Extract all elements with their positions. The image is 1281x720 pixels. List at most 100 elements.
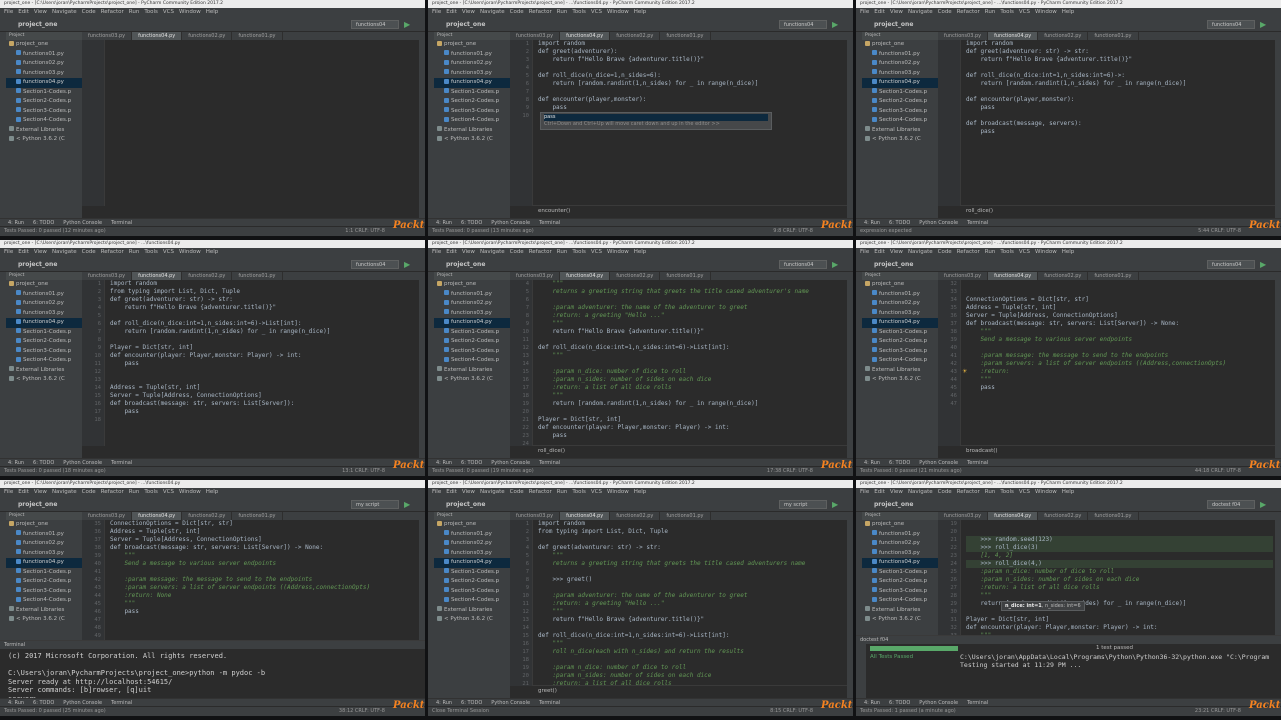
editor-tab[interactable]: functions02.py: [1038, 32, 1089, 40]
menu-item-file[interactable]: File: [432, 249, 441, 255]
code-line[interactable]: [538, 88, 845, 96]
right-tool-strip[interactable]: [1274, 32, 1281, 218]
menu-item-refactor[interactable]: Refactor: [101, 249, 124, 255]
code-line[interactable]: :param n_dice: number of dice to roll: [538, 664, 845, 672]
menu-item-edit[interactable]: Edit: [874, 9, 885, 15]
code-line[interactable]: [538, 336, 845, 344]
code-line[interactable]: [966, 400, 1273, 408]
code-line[interactable]: Send a message to various server endpoin…: [966, 336, 1273, 344]
code-line[interactable]: import random: [538, 40, 845, 48]
menu-item-window[interactable]: Window: [179, 249, 201, 255]
menu-item-tools[interactable]: Tools: [1000, 489, 1014, 495]
code-line[interactable]: pass: [110, 360, 417, 368]
code-line[interactable]: return [random.randint(1,n_sides) for _ …: [538, 400, 845, 408]
menu-item-view[interactable]: View: [462, 9, 475, 15]
menu-item-vcs[interactable]: VCS: [1019, 249, 1030, 255]
menu-item-help[interactable]: Help: [1062, 249, 1075, 255]
lightbulb-icon[interactable]: ☀: [962, 368, 967, 375]
editor-tab[interactable]: functions02.py: [610, 512, 661, 520]
code-line[interactable]: pass: [538, 432, 845, 440]
menu-item-edit[interactable]: Edit: [446, 249, 457, 255]
menu-item-refactor[interactable]: Refactor: [101, 9, 124, 15]
menu-item-tools[interactable]: Tools: [144, 489, 158, 495]
code-line[interactable]: def roll_dice(n_dice=1,n_sides=6):: [538, 72, 845, 80]
menu-item-tools[interactable]: Tools: [572, 489, 586, 495]
tree-item[interactable]: < Python 3.6.2 (C: [6, 375, 82, 385]
menu-item-view[interactable]: View: [890, 489, 903, 495]
code-line[interactable]: :param adventurer: the name of the adven…: [538, 304, 845, 312]
menu-item-tools[interactable]: Tools: [1000, 9, 1014, 15]
tree-item[interactable]: External Libraries: [434, 366, 510, 376]
project-panel-header[interactable]: Project: [6, 512, 82, 520]
run-play-icon[interactable]: ▶: [1260, 500, 1269, 509]
tree-item[interactable]: project_one: [6, 280, 82, 290]
tree-item[interactable]: External Libraries: [6, 126, 82, 136]
menu-item-vcs[interactable]: VCS: [1019, 9, 1030, 15]
code-line[interactable]: def broadcast(message: str, servers: Lis…: [110, 400, 417, 408]
tree-item[interactable]: functions01.py: [434, 530, 510, 540]
project-breadcrumb[interactable]: project_one: [874, 260, 913, 269]
code-text[interactable]: ConnectionOptions = Dict[str, str] Addres…: [966, 280, 1273, 446]
editor-tab[interactable]: functions04.py: [988, 272, 1039, 280]
tree-item[interactable]: project_one: [6, 40, 82, 50]
tree-item[interactable]: Section4-Codes.p: [862, 356, 938, 366]
tree-item[interactable]: Section2-Codes.p: [862, 97, 938, 107]
tree-item[interactable]: Section1-Codes.p: [6, 328, 82, 338]
code-line[interactable]: :param servers: a list of server endpoin…: [966, 360, 1273, 368]
code-line[interactable]: def broadcast(message, servers):: [966, 120, 1273, 128]
tree-item[interactable]: Section1-Codes.p: [434, 88, 510, 98]
editor-tab[interactable]: functions03.py: [82, 32, 133, 40]
tree-item[interactable]: functions02.py: [434, 539, 510, 549]
code-line[interactable]: [538, 568, 845, 576]
tree-item[interactable]: External Libraries: [862, 366, 938, 376]
menu-item-window[interactable]: Window: [607, 9, 629, 15]
run-play-icon[interactable]: ▶: [1260, 20, 1269, 29]
editor-tab[interactable]: functions02.py: [610, 32, 661, 40]
editor-tab[interactable]: functions04.py: [560, 512, 611, 520]
tree-item[interactable]: functions01.py: [6, 290, 82, 300]
code-line[interactable]: [110, 312, 417, 320]
tree-item[interactable]: functions02.py: [434, 299, 510, 309]
code-line[interactable]: return f"Hello Brave {adventurer.title()…: [110, 304, 417, 312]
menu-item-navigate[interactable]: Navigate: [908, 489, 933, 495]
code-line[interactable]: returns a greeting string that greets th…: [538, 288, 845, 296]
code-line[interactable]: [966, 88, 1273, 96]
editor-tab[interactable]: functions01.py: [660, 32, 711, 40]
project-breadcrumb[interactable]: project_one: [446, 500, 485, 509]
menu-item-refactor[interactable]: Refactor: [957, 9, 980, 15]
editor-tab[interactable]: functions02.py: [1038, 512, 1089, 520]
editor-tab[interactable]: functions01.py: [232, 272, 283, 280]
code-line[interactable]: def roll_dice(n_dice:int=1,n_sides:int=6…: [538, 632, 845, 640]
tree-item[interactable]: functions04.py: [434, 78, 510, 88]
code-line[interactable]: [110, 376, 417, 384]
tree-item[interactable]: functions04.py: [6, 78, 82, 88]
menu-item-run[interactable]: Run: [985, 249, 996, 255]
menu-item-edit[interactable]: Edit: [18, 9, 29, 15]
menu-item-run[interactable]: Run: [985, 489, 996, 495]
menu-item-code[interactable]: Code: [510, 489, 524, 495]
tree-item[interactable]: < Python 3.6.2 (C: [6, 615, 82, 625]
project-panel-header[interactable]: Project: [862, 32, 938, 40]
menu-item-vcs[interactable]: VCS: [1019, 489, 1030, 495]
tree-item[interactable]: functions04.py: [6, 318, 82, 328]
code-line[interactable]: """: [538, 320, 845, 328]
tree-item[interactable]: < Python 3.6.2 (C: [434, 375, 510, 385]
code-line[interactable]: :param n_dice: number of dice to roll: [538, 368, 845, 376]
code-line[interactable]: :param adventurer: the name of the adven…: [538, 592, 845, 600]
code-line[interactable]: [538, 64, 845, 72]
menu-item-navigate[interactable]: Navigate: [908, 249, 933, 255]
tree-item[interactable]: functions02.py: [862, 539, 938, 549]
menu-item-help[interactable]: Help: [206, 249, 219, 255]
menu-item-edit[interactable]: Edit: [446, 489, 457, 495]
menu-item-window[interactable]: Window: [1035, 9, 1057, 15]
menu-item-help[interactable]: Help: [1062, 489, 1075, 495]
code-line[interactable]: def encounter(player: Player,monster: Pl…: [966, 624, 1273, 632]
right-tool-strip[interactable]: [846, 32, 853, 218]
tree-item[interactable]: functions01.py: [862, 50, 938, 60]
editor-tab[interactable]: functions03.py: [510, 512, 561, 520]
editor-tab[interactable]: functions03.py: [510, 32, 561, 40]
menu-item-vcs[interactable]: VCS: [163, 249, 174, 255]
run-configuration-select[interactable]: my script: [779, 500, 827, 509]
menu-item-refactor[interactable]: Refactor: [957, 489, 980, 495]
code-line[interactable]: """: [110, 600, 417, 608]
